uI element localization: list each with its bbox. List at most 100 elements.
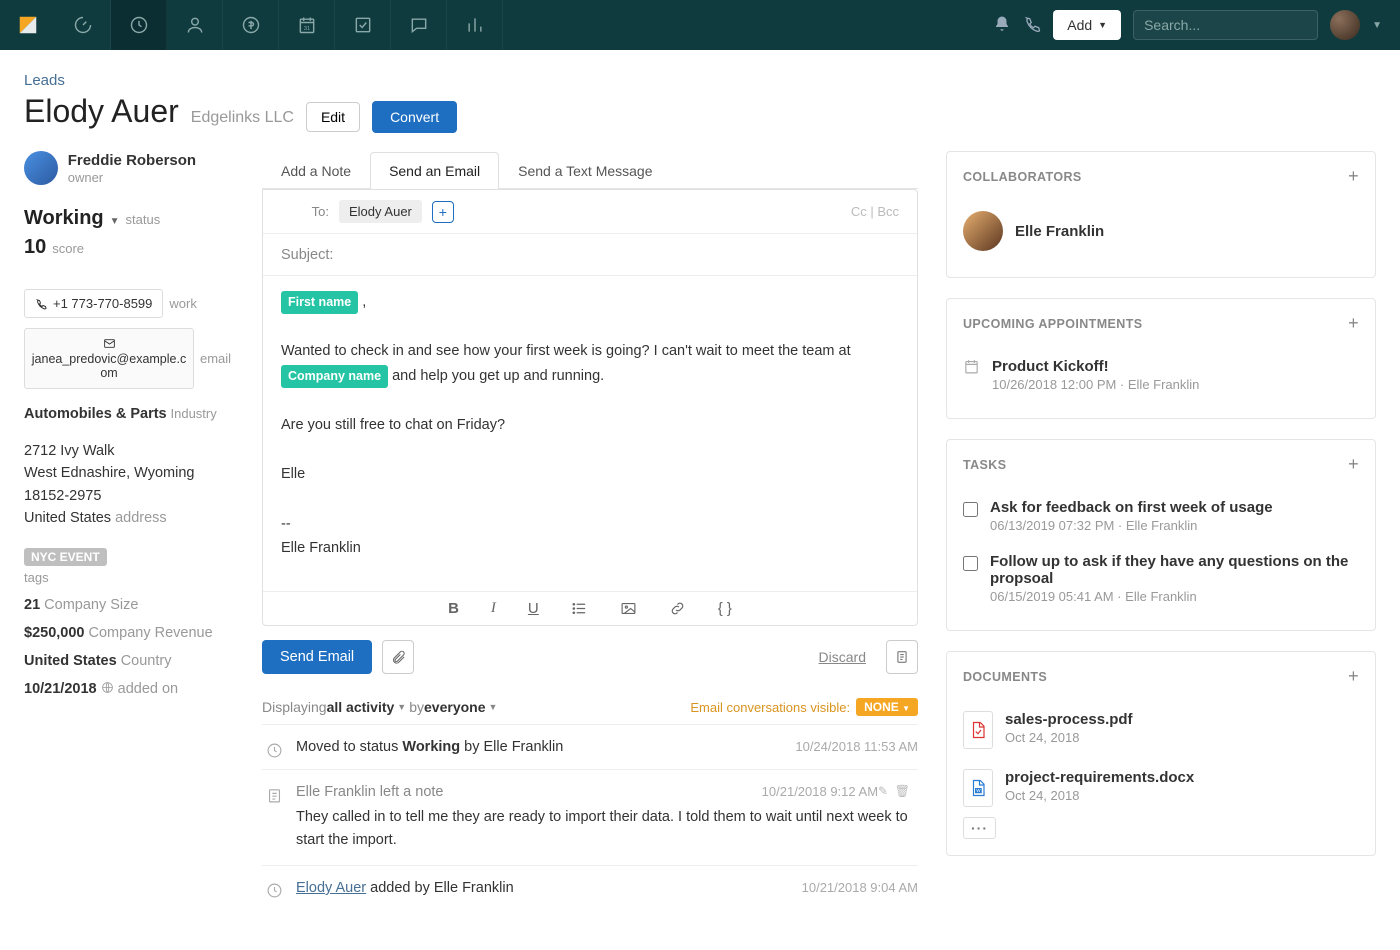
address-field: 2712 Ivy Walk West Ednashire, Wyoming 18…: [24, 440, 234, 530]
user-avatar[interactable]: [1330, 10, 1360, 40]
more-documents-button[interactable]: ···: [963, 817, 996, 839]
phone-icon: [35, 298, 47, 310]
send-row: Send Email Discard: [262, 626, 918, 674]
task-checkbox[interactable]: [963, 556, 978, 571]
calendar-icon: [963, 358, 980, 392]
filter-activity-dropdown[interactable]: all activity: [327, 699, 395, 715]
task-checkbox[interactable]: [963, 502, 978, 517]
feed-item-actions[interactable]: ✎ 🗑: [878, 784, 910, 798]
add-document-button[interactable]: +: [1348, 666, 1359, 687]
appointments-card: UPCOMING APPOINTMENTS + Product Kickoff! …: [946, 298, 1376, 419]
to-row: To: Elody Auer + Cc | Bcc: [263, 190, 917, 234]
nav-deals-icon[interactable]: [223, 0, 279, 50]
visibility-label: Email conversations visible:: [690, 700, 850, 715]
created-icon: [264, 881, 284, 901]
search-input[interactable]: [1144, 17, 1325, 33]
attach-button[interactable]: [382, 640, 414, 674]
tab-send-email[interactable]: Send an Email: [370, 152, 499, 189]
template-button[interactable]: [886, 640, 918, 674]
email-body[interactable]: First name , Wanted to check in and see …: [263, 276, 917, 591]
notifications-icon[interactable]: [993, 15, 1011, 36]
activity-feed: 10/24/2018 11:53 AM Moved to status Work…: [262, 724, 918, 910]
email-button[interactable]: janea_predovic@example.com: [24, 328, 194, 389]
subject-input[interactable]: [281, 247, 899, 263]
owner-avatar: [24, 151, 58, 185]
activity-filter: Displaying all activity▼ by everyone▼ Em…: [262, 698, 918, 716]
user-menu-chevron[interactable]: ▼: [1372, 20, 1382, 31]
lead-name: Elody Auer: [24, 93, 179, 130]
add-task-button[interactable]: +: [1348, 454, 1359, 475]
paperclip-icon: [391, 650, 406, 665]
visibility-badge[interactable]: NONE ▼: [856, 698, 918, 716]
top-nav: 31 Add ▼ ▼: [0, 0, 1400, 50]
email-label: email: [200, 351, 231, 366]
to-label: To:: [281, 204, 329, 219]
feed-lead-link[interactable]: Elody Auer: [296, 880, 366, 896]
score-field: 10 score: [24, 236, 234, 259]
add-recipient-button[interactable]: +: [432, 201, 454, 223]
task-title: Ask for feedback on first week of usage: [990, 499, 1273, 516]
filter-who-dropdown[interactable]: everyone: [424, 699, 485, 715]
nav-contacts-icon[interactable]: [167, 0, 223, 50]
added-on-field: 10/21/2018 added on: [24, 681, 234, 697]
revenue-field: $250,000 Company Revenue: [24, 625, 234, 641]
nav-calendar-icon[interactable]: 31: [279, 0, 335, 50]
edit-button[interactable]: Edit: [306, 102, 360, 132]
discard-link[interactable]: Discard: [819, 649, 866, 665]
list-button[interactable]: [571, 600, 588, 617]
status-icon: [264, 740, 284, 760]
tag-badge[interactable]: NYC EVENT: [24, 548, 107, 566]
italic-button[interactable]: I: [491, 600, 496, 617]
appointments-title: UPCOMING APPOINTMENTS: [963, 317, 1142, 331]
status-field[interactable]: Working▼ status: [24, 207, 234, 230]
underline-button[interactable]: U: [528, 600, 539, 617]
convert-button[interactable]: Convert: [372, 101, 457, 133]
document-row[interactable]: sales-process.pdf Oct 24, 2018: [963, 701, 1359, 759]
pdf-file-icon: [963, 711, 993, 749]
country-field: United States Country: [24, 653, 234, 669]
tab-send-sms[interactable]: Send a Text Message: [499, 152, 671, 189]
add-button[interactable]: Add ▼: [1053, 10, 1121, 40]
logo[interactable]: [0, 0, 55, 50]
phone-button[interactable]: +1 773-770-8599: [24, 289, 163, 318]
breadcrumb[interactable]: Leads: [24, 72, 1376, 89]
recipient-chip[interactable]: Elody Auer: [339, 200, 422, 223]
tasks-card: TASKS+ Ask for feedback on first week of…: [946, 439, 1376, 631]
token-firstname[interactable]: First name: [281, 291, 358, 314]
bold-button[interactable]: B: [448, 600, 459, 617]
globe-icon: [101, 681, 114, 694]
document-title: sales-process.pdf: [1005, 711, 1133, 728]
subject-row: [263, 234, 917, 276]
appointment-meta: 10/26/2018 12:00 PM · Elle Franklin: [992, 377, 1199, 392]
nav-reports-icon[interactable]: [447, 0, 503, 50]
docx-file-icon: W: [963, 769, 993, 807]
feed-item-status: 10/24/2018 11:53 AM Moved to status Work…: [262, 724, 918, 769]
nav-tasks-icon[interactable]: [335, 0, 391, 50]
feed-timestamp: 10/24/2018 11:53 AM: [795, 739, 918, 754]
template-icon: [895, 650, 909, 664]
link-button[interactable]: [669, 600, 686, 617]
nav-messages-icon[interactable]: [391, 0, 447, 50]
appointment-row[interactable]: Product Kickoff! 10/26/2018 12:00 PM · E…: [963, 348, 1359, 402]
add-appointment-button[interactable]: +: [1348, 313, 1359, 334]
code-button[interactable]: { }: [718, 600, 732, 617]
phone-icon[interactable]: [1023, 15, 1041, 36]
feed-timestamp: 10/21/2018 9:04 AM: [802, 880, 918, 895]
search-box[interactable]: [1133, 10, 1318, 40]
nav-leads-icon[interactable]: [111, 0, 167, 50]
add-collaborator-button[interactable]: +: [1348, 166, 1359, 187]
collaborator-avatar: [963, 211, 1003, 251]
task-title: Follow up to ask if they have any questi…: [990, 553, 1359, 587]
cc-bcc-toggle[interactable]: Cc | Bcc: [851, 204, 899, 219]
collaborator-row[interactable]: Elle Franklin: [963, 201, 1359, 261]
industry-field: Automobiles & Parts Industry: [24, 405, 234, 422]
send-email-button[interactable]: Send Email: [262, 640, 372, 674]
token-company[interactable]: Company name: [281, 365, 388, 388]
tab-add-note[interactable]: Add a Note: [262, 152, 370, 189]
task-row: Ask for feedback on first week of usage …: [963, 489, 1359, 543]
document-row[interactable]: W project-requirements.docx Oct 24, 2018: [963, 759, 1359, 817]
collaborators-card: COLLABORATORS+ Elle Franklin: [946, 151, 1376, 278]
document-meta: Oct 24, 2018: [1005, 788, 1194, 803]
nav-dashboard-icon[interactable]: [55, 0, 111, 50]
image-button[interactable]: [620, 600, 637, 617]
